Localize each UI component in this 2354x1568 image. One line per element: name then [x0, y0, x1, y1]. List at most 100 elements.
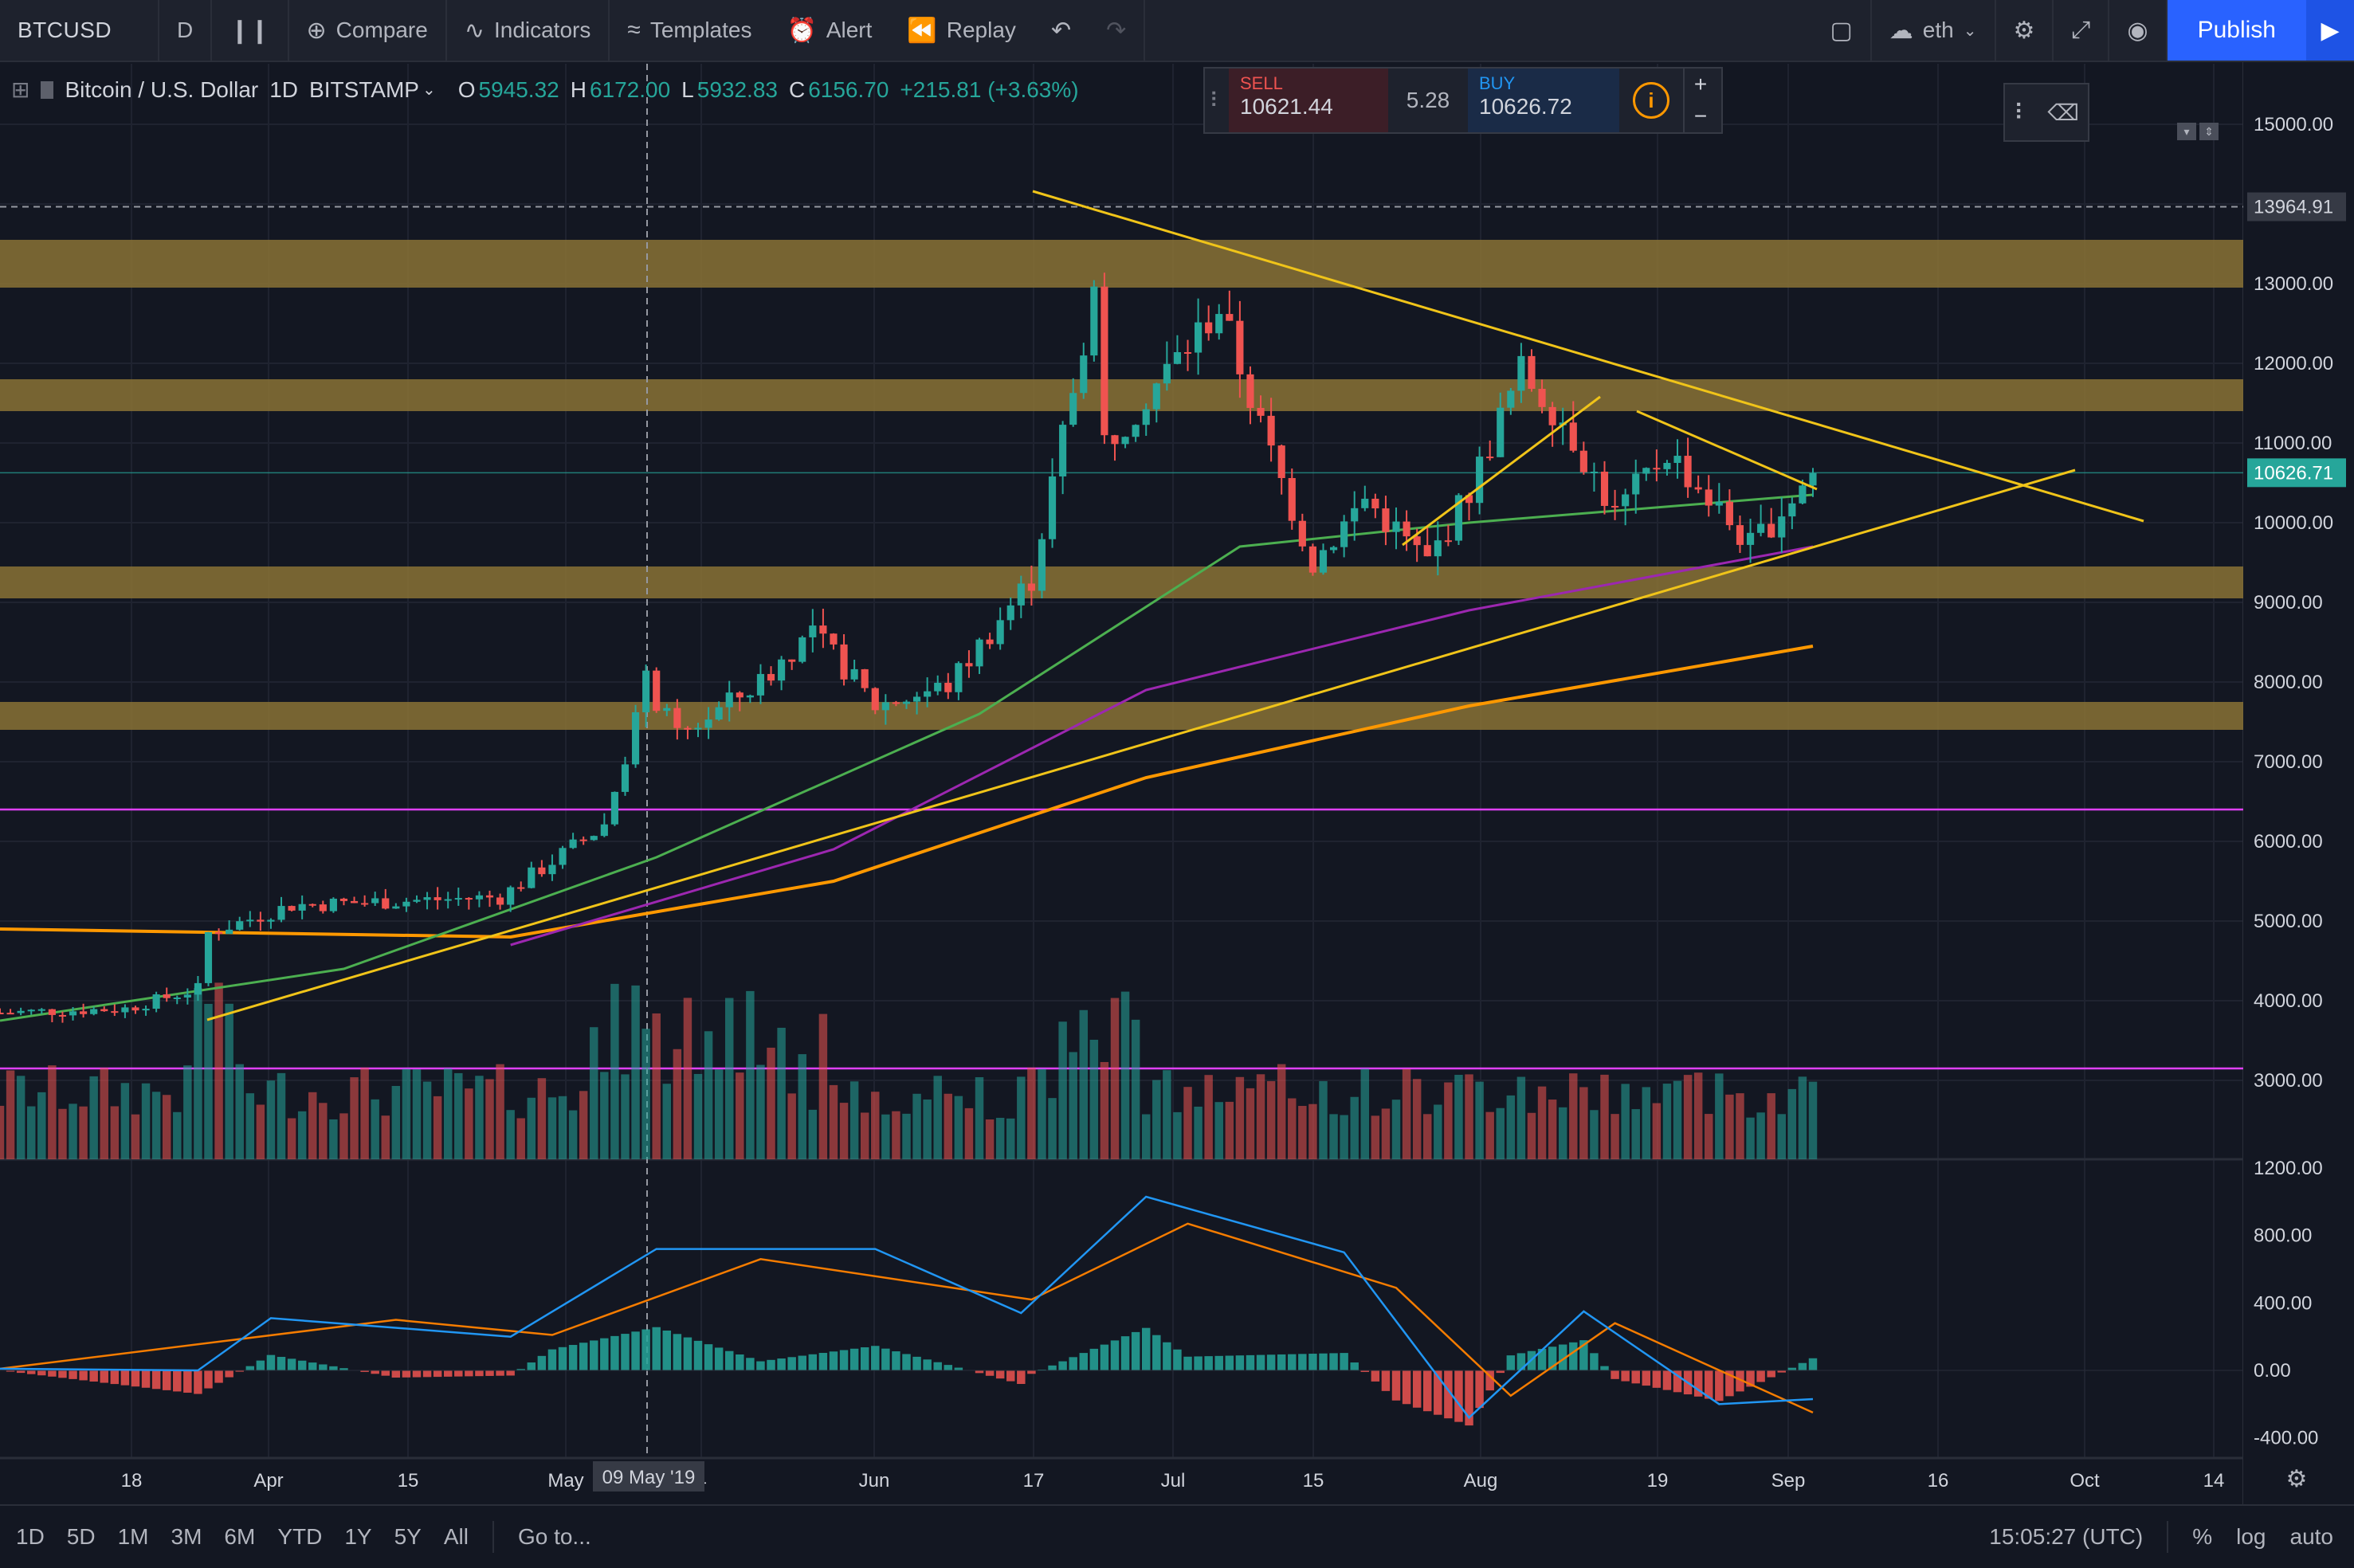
indicators-button[interactable]: ∿Indicators: [447, 0, 610, 61]
candle-body: [371, 898, 379, 903]
volume-bar: [360, 1068, 368, 1159]
macd-histogram-bar: [1298, 1354, 1306, 1370]
candle-body: [872, 688, 879, 711]
macd-histogram-bar: [1226, 1356, 1234, 1370]
move-pane-icon[interactable]: ⇕: [2199, 123, 2219, 140]
publish-button[interactable]: Publish: [2168, 0, 2306, 61]
macd-histogram-bar: [173, 1370, 181, 1391]
volume-bar: [1736, 1093, 1744, 1159]
macd-histogram-bar: [382, 1370, 390, 1376]
eraser-icon[interactable]: ⌫: [2047, 100, 2079, 126]
templates-button[interactable]: ≈Templates: [610, 0, 769, 61]
candle-body: [1726, 502, 1733, 525]
layout-menu[interactable]: ☁eth⌄: [1872, 0, 1996, 61]
expand-button[interactable]: ⤢: [2054, 0, 2109, 61]
volume-bar: [308, 1092, 316, 1159]
macd-histogram-bar: [861, 1347, 869, 1370]
clock-time[interactable]: 15:05:27 (UTC): [1989, 1524, 2143, 1550]
snapshot-button[interactable]: ◉: [2109, 0, 2167, 61]
candle-body: [517, 888, 524, 889]
macd-line: [0, 1197, 1813, 1417]
symbol-name: BTCUSD: [18, 18, 112, 43]
macd-histogram-bar: [1756, 1370, 1764, 1382]
volume-bar: [610, 984, 618, 1159]
volume-bar: [454, 1073, 462, 1159]
volume-bar: [892, 1111, 900, 1159]
replay-button[interactable]: ⏪Replay: [889, 0, 1034, 61]
volume-bar: [131, 1115, 139, 1159]
drag-handle-icon[interactable]: ⠇: [1205, 69, 1229, 132]
candle-body: [694, 727, 701, 729]
macd-tick-label: 1200.00: [2254, 1158, 2323, 1179]
price-chart[interactable]: 15000.0014000.0013000.0012000.0011000.00…: [0, 0, 2354, 1566]
candle-body: [1642, 468, 1650, 473]
macd-histogram-bar: [1621, 1370, 1629, 1382]
range-6m[interactable]: 6M: [213, 1524, 266, 1550]
symbol-search[interactable]: BTCUSD: [0, 0, 159, 61]
plus-icon[interactable]: +: [1694, 72, 1707, 97]
buy-price: 10626.72: [1479, 94, 1608, 120]
candle-body: [1507, 390, 1514, 407]
collapse-pane-icon[interactable]: ▾: [2177, 123, 2196, 140]
volume-bar: [652, 1013, 660, 1159]
candle-body: [1007, 606, 1014, 621]
macd-histogram-bar: [434, 1370, 441, 1377]
macd-histogram-bar: [111, 1370, 119, 1384]
interval-button[interactable]: D: [159, 0, 212, 61]
candle-body: [184, 994, 191, 998]
macd-histogram-bar: [600, 1339, 608, 1370]
range-3m[interactable]: 3M: [160, 1524, 214, 1550]
macd-histogram-bar: [1163, 1343, 1171, 1370]
candle-body: [1132, 425, 1140, 437]
close-label: C: [789, 77, 805, 103]
macd-histogram-bar: [1017, 1370, 1025, 1384]
expand-legend-icon[interactable]: ⊞: [11, 76, 29, 103]
goto-button[interactable]: Go to...: [507, 1524, 602, 1550]
volume-bar: [600, 1072, 608, 1159]
quantity-stepper[interactable]: +−: [1683, 69, 1716, 132]
log-toggle[interactable]: log: [2236, 1524, 2266, 1550]
macd-histogram-bar: [204, 1370, 212, 1389]
info-button[interactable]: i: [1619, 69, 1683, 132]
axis-gear-icon[interactable]: ⚙: [2286, 1465, 2308, 1493]
range-1d[interactable]: 1D: [5, 1524, 56, 1550]
sell-button[interactable]: SELL 10621.44: [1229, 69, 1388, 132]
candle-body: [1611, 506, 1618, 508]
macd-histogram-bar: [746, 1358, 754, 1370]
drag-handle-icon[interactable]: ⠇: [2014, 100, 2030, 126]
volume-bar: [746, 991, 754, 1159]
undo-button[interactable]: ↶: [1034, 0, 1089, 61]
range-all[interactable]: All: [433, 1524, 480, 1550]
redo-button[interactable]: ↷: [1089, 0, 1145, 61]
percent-toggle[interactable]: %: [2192, 1524, 2212, 1550]
camera-icon: ◉: [2127, 17, 2148, 45]
candle-body: [163, 994, 171, 998]
minus-icon[interactable]: −: [1694, 104, 1707, 129]
range-ytd[interactable]: YTD: [266, 1524, 333, 1550]
legend-chevron-icon[interactable]: ⌄: [422, 80, 436, 100]
compare-button[interactable]: ⊕Compare: [289, 0, 447, 61]
range-5d[interactable]: 5D: [56, 1524, 107, 1550]
candle-body: [1100, 287, 1108, 436]
alert-button[interactable]: ⏰Alert: [769, 0, 889, 61]
candle-body: [1320, 550, 1327, 572]
candle-body: [80, 1011, 87, 1013]
chart-type-button[interactable]: ❙❙: [212, 0, 288, 61]
volume-bar: [1100, 1062, 1108, 1159]
buy-button[interactable]: BUY 10626.72: [1468, 69, 1619, 132]
settings-button[interactable]: ⚙: [1996, 0, 2054, 61]
publish-menu-button[interactable]: ▶: [2306, 0, 2354, 61]
fullscreen-toggle[interactable]: ▢: [1812, 0, 1871, 61]
candle-body: [642, 671, 649, 712]
macd-tick-label: -400.00: [2254, 1428, 2318, 1449]
volume-bar: [517, 1118, 525, 1159]
range-1y[interactable]: 1Y: [333, 1524, 383, 1550]
range-5y[interactable]: 5Y: [383, 1524, 433, 1550]
macd-histogram-bar: [308, 1362, 316, 1370]
range-1m[interactable]: 1M: [107, 1524, 160, 1550]
macd-histogram-bar: [1767, 1370, 1775, 1378]
candle-body: [528, 868, 535, 888]
candle-body: [1351, 508, 1358, 522]
price-tick-label: 6000.00: [2254, 831, 2323, 853]
auto-toggle[interactable]: auto: [2290, 1524, 2334, 1550]
